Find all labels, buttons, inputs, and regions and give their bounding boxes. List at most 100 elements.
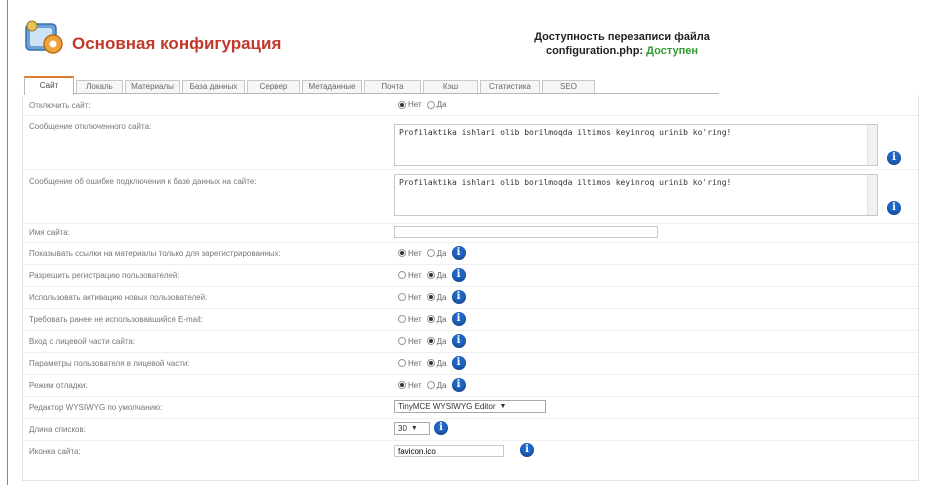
db-error-message-text: Profilaktika ishlari olib borilmoqda ilt… [399, 178, 732, 187]
activation-radio-group: Нет Да i [398, 290, 466, 304]
site-name-label: Имя сайта: [29, 228, 70, 237]
allow-registration-yes-radio[interactable] [426, 271, 435, 279]
tab-metadata[interactable]: Метаданные [302, 80, 362, 93]
tab-seo[interactable]: SEO [542, 80, 595, 93]
user-params-yes-radio[interactable] [426, 359, 435, 367]
tab-server[interactable]: Сервер [247, 80, 300, 93]
radio-yes-label: Да [436, 336, 447, 346]
tab-mail[interactable]: Почта [364, 80, 421, 93]
row-list-length: Длина списков: 30 ▼ i [23, 418, 918, 441]
frontend-login-label: Вход с лицевой части сайта: [29, 337, 136, 346]
unique-email-no-radio[interactable] [398, 315, 406, 323]
offline-radio-group: Нет Да [398, 100, 452, 109]
radio-yes-label: Да [436, 292, 447, 302]
info-icon[interactable]: i [887, 151, 901, 165]
tab-database[interactable]: База данных [182, 80, 245, 93]
row-allow-registration: Разрешить регистрацию пользователей: Нет… [23, 264, 918, 287]
activation-yes-radio[interactable] [426, 293, 435, 301]
offline-message-label: Сообщение отключенного сайта: [29, 122, 152, 131]
frontend-login-yes-radio[interactable] [426, 337, 435, 345]
editor-select-value: TinyMCE WYSIWYG Editor [398, 402, 496, 411]
page-header: Основная конфигурация Доступность переза… [22, 14, 922, 64]
radio-yes-label: Да [436, 270, 447, 280]
radio-yes-label: Да [436, 100, 447, 109]
radio-yes-label: Да [436, 380, 447, 390]
allow-registration-no-radio[interactable] [398, 271, 406, 279]
frontend-login-no-radio[interactable] [398, 337, 406, 345]
debug-yes-radio[interactable] [426, 381, 435, 389]
radio-no-label: Нет [408, 314, 422, 324]
offline-no-radio[interactable] [398, 100, 406, 109]
site-name-input[interactable] [394, 226, 658, 238]
info-icon[interactable]: i [451, 268, 466, 282]
radio-no-label: Нет [408, 336, 422, 346]
row-offline-message: Сообщение отключенного сайта: Profilakti… [23, 115, 918, 170]
info-icon[interactable]: i [520, 443, 534, 457]
site-settings-form: Отключить сайт: Нет Да Сообщение отключе… [22, 95, 919, 481]
tab-cache[interactable]: Кэш [423, 80, 478, 93]
favicon-input[interactable] [394, 445, 504, 457]
left-border-line [7, 0, 8, 485]
row-activation: Использовать активацию новых пользовател… [23, 286, 918, 309]
radio-yes-label: Да [436, 358, 447, 368]
info-icon[interactable]: i [451, 312, 466, 326]
info-icon[interactable]: i [887, 201, 901, 215]
user-params-radio-group: Нет Да i [398, 356, 466, 370]
availability-heading: Доступность перезаписи файла [534, 31, 710, 43]
info-icon[interactable]: i [451, 290, 466, 304]
activation-label: Использовать активацию новых пользовател… [29, 293, 208, 302]
info-icon[interactable]: i [434, 421, 448, 435]
activation-no-radio[interactable] [398, 293, 406, 301]
chevron-down-icon: ▼ [499, 403, 507, 410]
availability-filename: configuration.php: [545, 45, 644, 57]
radio-no-label: Нет [408, 100, 422, 109]
frontend-login-radio-group: Нет Да i [398, 334, 466, 348]
row-db-error-message: Сообщение об ошибке подключения к базе д… [23, 169, 918, 224]
row-site-name: Имя сайта: [23, 223, 918, 243]
row-frontend-login: Вход с лицевой части сайта: Нет Да i [23, 330, 918, 353]
radio-no-label: Нет [408, 380, 422, 390]
allow-registration-label: Разрешить регистрацию пользователей: [29, 271, 180, 280]
chevron-down-icon: ▼ [410, 424, 418, 432]
offline-label: Отключить сайт: [29, 101, 91, 110]
debug-no-radio[interactable] [398, 381, 406, 389]
debug-radio-group: Нет Да i [398, 378, 466, 392]
textarea-scrollbar[interactable] [867, 175, 877, 215]
textarea-scrollbar[interactable] [867, 125, 877, 165]
config-logo-icon [25, 20, 63, 54]
editor-label: Редактор WYSIWYG по умолчанию: [29, 403, 163, 412]
page-title: Основная конфигурация [72, 34, 282, 53]
unique-email-yes-radio[interactable] [426, 315, 435, 323]
radio-no-label: Нет [408, 358, 422, 368]
favicon-label: Иконка сайта: [29, 447, 81, 456]
offline-message-textarea[interactable]: Profilaktika ishlari olib borilmoqda ilt… [394, 124, 878, 166]
availability-status-badge: Доступен [646, 45, 699, 57]
tab-site[interactable]: Сайт [24, 76, 74, 95]
offline-yes-radio[interactable] [426, 100, 435, 109]
config-tabs: Сайт Локаль Материалы База данных Сервер… [24, 76, 719, 95]
reg-links-label: Показывать ссылки на материалы только дл… [29, 249, 281, 258]
file-availability-status: Доступность перезаписи файла configurati… [492, 30, 752, 58]
user-params-no-radio[interactable] [398, 359, 406, 367]
row-editor: Редактор WYSIWYG по умолчанию: TinyMCE W… [23, 396, 918, 419]
row-offline: Отключить сайт: Нет Да [23, 95, 918, 116]
editor-control: TinyMCE WYSIWYG Editor ▼ [394, 400, 546, 413]
tab-statistics[interactable]: Статистика [480, 80, 540, 93]
info-icon[interactable]: i [451, 356, 466, 370]
row-unique-email: Требовать ранее не использовавшийся E-ma… [23, 308, 918, 331]
info-icon[interactable]: i [451, 246, 466, 260]
radio-no-label: Нет [408, 270, 422, 280]
reg-links-yes-radio[interactable] [426, 249, 435, 257]
db-error-message-label: Сообщение об ошибке подключения к базе д… [29, 177, 257, 186]
reg-links-no-radio[interactable] [398, 249, 406, 257]
db-error-message-textarea[interactable]: Profilaktika ishlari olib borilmoqda ilt… [394, 174, 878, 216]
editor-select[interactable]: TinyMCE WYSIWYG Editor ▼ [394, 400, 546, 413]
list-length-select[interactable]: 30 ▼ [394, 421, 430, 435]
row-reg-links: Показывать ссылки на материалы только дл… [23, 242, 918, 265]
tab-content[interactable]: Материалы [125, 80, 180, 93]
list-length-label: Длина списков: [29, 425, 86, 434]
allow-registration-radio-group: Нет Да i [398, 268, 466, 282]
info-icon[interactable]: i [451, 378, 466, 392]
tab-locale[interactable]: Локаль [76, 80, 123, 93]
info-icon[interactable]: i [451, 334, 466, 348]
